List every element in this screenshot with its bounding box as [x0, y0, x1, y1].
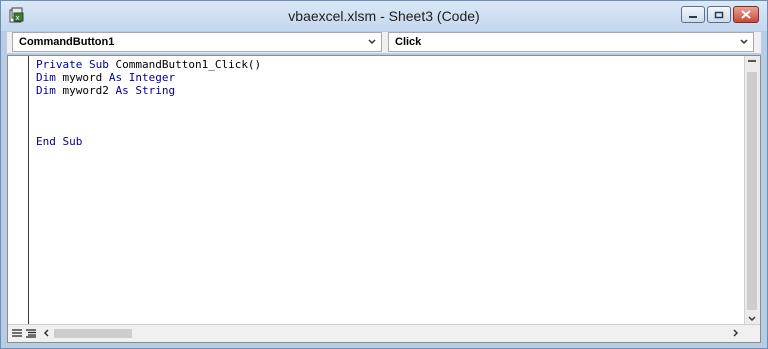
- scroll-up-button[interactable]: [745, 56, 759, 70]
- chevron-down-icon: [748, 316, 756, 322]
- procedure-dropdown-value: Click: [395, 36, 422, 48]
- procedure-view-button[interactable]: [10, 326, 24, 340]
- code-keyword: Dim: [36, 83, 63, 97]
- code-keyword: As String: [115, 83, 176, 97]
- vba-code-window: x vbaexcel.xlsm - Sheet3 (Code) CommandB…: [0, 0, 768, 349]
- chevron-down-icon[interactable]: [739, 36, 749, 48]
- code-keyword: As Integer: [108, 70, 176, 84]
- object-dropdown[interactable]: CommandButton1: [12, 32, 382, 52]
- vertical-scroll-thumb[interactable]: [747, 72, 757, 310]
- code-token: myword: [62, 70, 109, 84]
- code-token: CommandButton1_Click(): [115, 58, 262, 71]
- code-text[interactable]: Private Sub CommandButton1_Click() Dim my…: [36, 58, 262, 149]
- margin-indicator-bar[interactable]: [8, 56, 29, 324]
- chevron-down-icon[interactable]: [367, 36, 377, 48]
- scroll-left-button[interactable]: [40, 326, 54, 340]
- split-bar-icon: [748, 60, 756, 62]
- restore-button[interactable]: [707, 6, 731, 23]
- close-icon: [741, 10, 751, 19]
- restore-icon: [714, 11, 724, 18]
- procedure-dropdown[interactable]: Click: [388, 32, 754, 52]
- scroll-right-button[interactable]: [728, 326, 742, 340]
- dropdown-bar: CommandButton1 Click: [7, 32, 761, 53]
- minimize-button[interactable]: [681, 6, 705, 23]
- full-module-view-icon: [26, 329, 36, 338]
- close-button[interactable]: [733, 6, 759, 23]
- procedure-view-icon: [12, 329, 22, 337]
- code-line[interactable]: Dim myword2 As String: [36, 83, 261, 98]
- title-bar[interactable]: x vbaexcel.xlsm - Sheet3 (Code): [1, 1, 767, 31]
- code-token: myword2: [62, 83, 116, 97]
- code-line[interactable]: [36, 97, 261, 110]
- minimize-icon: [689, 15, 697, 18]
- code-keyword: Dim: [36, 70, 63, 84]
- full-module-view-button[interactable]: [24, 326, 38, 340]
- code-keyword: Private Sub: [36, 58, 116, 71]
- code-keyword: End Sub: [36, 134, 83, 148]
- code-editor[interactable]: Private Sub CommandButton1_Click() Dim my…: [7, 55, 761, 343]
- chevron-left-icon: [43, 329, 49, 337]
- horizontal-scrollbar[interactable]: [8, 324, 760, 342]
- code-line[interactable]: [36, 110, 261, 123]
- object-dropdown-value: CommandButton1: [19, 36, 115, 48]
- code-line[interactable]: End Sub: [36, 134, 261, 149]
- horizontal-scroll-thumb[interactable]: [54, 329, 132, 338]
- window-controls: [681, 6, 759, 25]
- vertical-scrollbar[interactable]: [744, 56, 760, 326]
- window-title: vbaexcel.xlsm - Sheet3 (Code): [288, 8, 480, 24]
- chevron-right-icon: [733, 329, 739, 337]
